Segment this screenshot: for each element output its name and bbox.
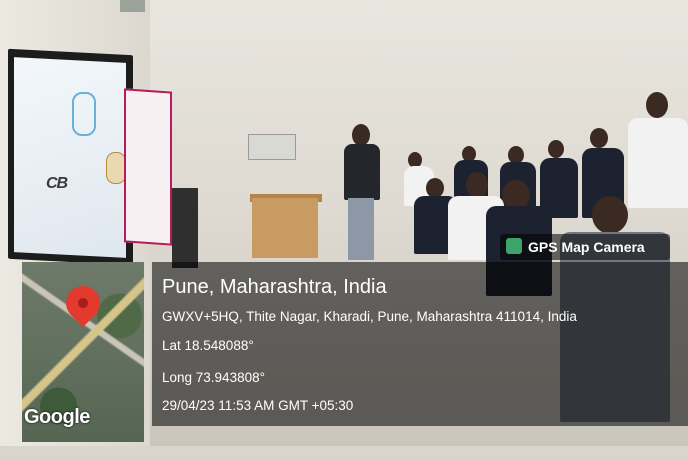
location-title: Pune, Maharashtra, India [162, 276, 387, 298]
banner-poster [124, 88, 172, 246]
lectern [172, 188, 198, 268]
audience-head [426, 178, 444, 198]
gps-camera-icon [506, 238, 522, 254]
longitude-text: Long 73.943808° [162, 370, 265, 385]
latitude-text: Lat 18.548088° [162, 338, 254, 353]
audience-head [592, 196, 628, 234]
timestamp-text: 29/04/23 11:53 AM GMT +05:30 [162, 398, 354, 413]
audience-head [548, 140, 564, 158]
map-pin-dot [78, 298, 88, 308]
screen-logo: CB [46, 175, 68, 192]
screen-emblem-icon [72, 92, 96, 136]
map-provider-label: Google [24, 406, 90, 428]
speaker-legs [348, 198, 374, 260]
screen-seal-icon [106, 152, 126, 184]
audience-member [628, 118, 688, 208]
podium-desk [252, 198, 318, 258]
wall-outlet-box [248, 134, 296, 160]
speaker-body [344, 144, 380, 200]
location-address: GWXV+5HQ, Thite Nagar, Kharadi, Pune, Ma… [162, 309, 577, 324]
audience-head [466, 172, 488, 198]
bottom-strip [0, 446, 688, 460]
window [120, 0, 145, 12]
speaker-head [352, 124, 370, 146]
audience-head [590, 128, 608, 148]
gps-badge-label: GPS Map Camera [528, 239, 645, 255]
audience-head [646, 92, 668, 118]
photo: CB GPS Map Camera Google Pune, Maharasht… [0, 0, 688, 460]
